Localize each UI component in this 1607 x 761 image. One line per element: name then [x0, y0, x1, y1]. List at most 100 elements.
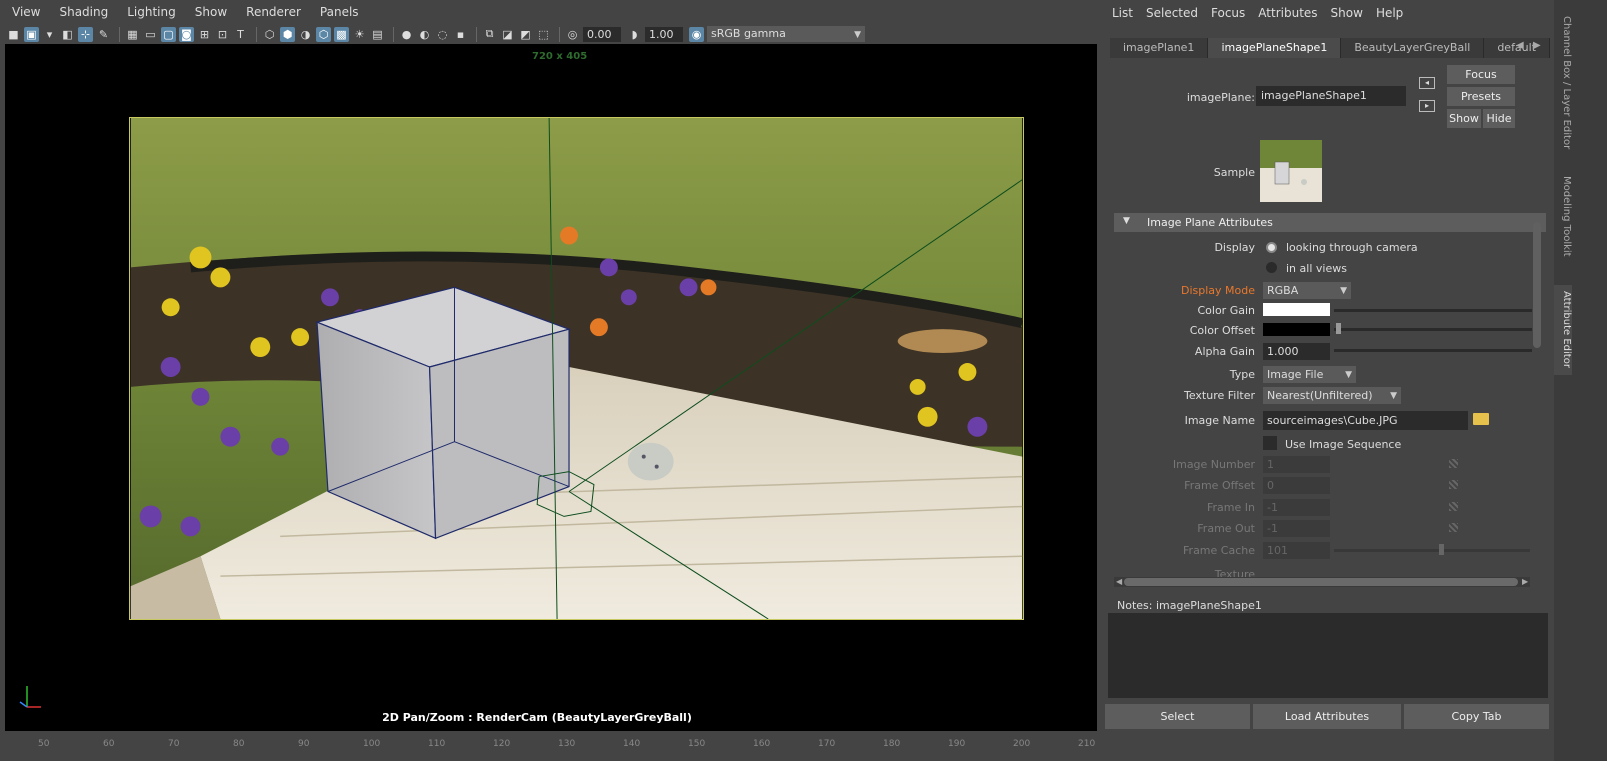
menu-lighting[interactable]: Lighting — [127, 5, 176, 19]
tab-attribute-editor[interactable]: Attribute Editor — [1554, 285, 1572, 375]
safe-action-icon[interactable]: ⊡ — [215, 27, 230, 42]
menu-attributes[interactable]: Attributes — [1258, 6, 1317, 20]
image-plane-attributes-header[interactable]: ▼ Image Plane Attributes — [1114, 213, 1546, 232]
color-space-select[interactable]: sRGB gamma — [707, 26, 865, 43]
shadows-icon[interactable]: ▤ — [370, 27, 385, 42]
color-offset-slider[interactable] — [1334, 328, 1532, 331]
color-gain-swatch[interactable] — [1263, 303, 1330, 316]
menu-view[interactable]: View — [12, 5, 40, 19]
pan-zoom-icon[interactable]: ⊹ — [78, 26, 93, 42]
display-camera-radio[interactable] — [1266, 242, 1277, 253]
tab-scroll-right-icon[interactable]: ▶ — [1533, 40, 1541, 51]
tab-beautylayergreyball[interactable]: BeautyLayerGreyBall — [1341, 38, 1485, 58]
bookmark-icon[interactable]: ▾ — [42, 27, 57, 42]
select-button[interactable]: Select — [1105, 704, 1250, 729]
camera-label: 2D Pan/Zoom : RenderCam (BeautyLayerGrey… — [382, 711, 692, 724]
ruler-tick: 140 — [623, 739, 641, 749]
alpha-gain-slider[interactable] — [1334, 349, 1532, 352]
film-gate-icon[interactable]: ▭ — [143, 27, 158, 42]
alpha-gain-field[interactable]: 1.000 — [1263, 343, 1330, 360]
menu-selected[interactable]: Selected — [1146, 6, 1198, 20]
menu-renderer[interactable]: Renderer — [246, 5, 301, 19]
menu-list[interactable]: List — [1112, 6, 1133, 20]
type-select[interactable]: Image File — [1263, 366, 1356, 384]
toolbar-separator — [393, 26, 394, 42]
menu-show[interactable]: Show — [195, 5, 227, 19]
texture-filter-label: Texture Filter — [1183, 389, 1255, 402]
viewport-canvas[interactable]: 720 x 405 2D Pan/Zoom: RenderCam (Beaut… — [5, 44, 1097, 731]
hide-button[interactable]: Hide — [1483, 109, 1515, 128]
menu-panels[interactable]: Panels — [320, 5, 359, 19]
exposure-icon[interactable]: ◎ — [565, 27, 580, 42]
image-plane-icon[interactable]: ◧ — [60, 27, 75, 42]
camera-pan-icon[interactable]: ⬚ — [536, 27, 551, 42]
presets-button[interactable]: Presets — [1447, 87, 1515, 106]
xray-icon[interactable]: ▩ — [334, 26, 349, 42]
gamma-field[interactable]: 1.00 — [645, 26, 683, 42]
display-all-views-radio[interactable] — [1266, 262, 1277, 273]
color-offset-slider-handle[interactable] — [1336, 323, 1341, 334]
display-camera-option: looking through camera — [1286, 241, 1418, 254]
xray-components-icon[interactable]: ◩ — [518, 27, 533, 42]
grease-pencil-icon[interactable]: ✎ — [96, 27, 111, 42]
horizontal-scrollbar[interactable] — [1114, 577, 1530, 587]
color-gain-slider[interactable] — [1334, 309, 1532, 312]
depth-of-field-icon[interactable]: ▪ — [453, 27, 468, 42]
notes-textarea[interactable] — [1108, 613, 1548, 698]
horizontal-scrollbar-thumb[interactable] — [1124, 578, 1518, 586]
color-offset-swatch[interactable] — [1263, 323, 1330, 336]
load-attributes-button[interactable]: Load Attributes — [1253, 704, 1401, 729]
safe-title-icon[interactable]: T — [233, 27, 248, 42]
exposure-field[interactable]: 0.00 — [583, 26, 621, 42]
ruler-tick: 100 — [363, 739, 381, 749]
smooth-shade-icon[interactable]: ⬢ — [280, 26, 295, 42]
scroll-left-icon[interactable]: ◀ — [1116, 577, 1122, 586]
use-image-sequence-checkbox[interactable] — [1263, 436, 1277, 450]
time-ruler[interactable]: 50 60 70 80 90 100 110 120 130 140 150 1… — [0, 731, 1100, 761]
anti-aliasing-icon[interactable]: ◌ — [435, 27, 450, 42]
tab-scroll-left-icon[interactable]: ◀ — [1516, 40, 1524, 51]
menu-focus[interactable]: Focus — [1211, 6, 1245, 20]
scroll-right-icon[interactable]: ▶ — [1522, 577, 1528, 586]
frame-out-field: -1 — [1263, 520, 1330, 537]
screen-space-ao-icon[interactable]: ● — [399, 27, 414, 42]
node-name-field[interactable]: imagePlaneShape1 — [1256, 86, 1406, 106]
ruler-tick: 120 — [493, 739, 511, 749]
display-mode-select[interactable]: RGBA — [1263, 282, 1351, 300]
select-camera-icon[interactable]: ■ — [6, 27, 21, 42]
texture-label: Texture — [1214, 568, 1255, 577]
isolate-select-icon[interactable]: ⧉ — [482, 27, 497, 42]
tab-imageplaneshape1[interactable]: imagePlaneShape1 — [1208, 38, 1342, 58]
menu-shading[interactable]: Shading — [59, 5, 108, 19]
gamma-icon[interactable]: ◗ — [627, 27, 642, 42]
xray-joints-icon[interactable]: ◪ — [500, 27, 515, 42]
resolution-gate-icon[interactable]: ▢ — [161, 26, 176, 42]
copy-tab-button[interactable]: Copy Tab — [1404, 704, 1549, 729]
focus-button[interactable]: Focus — [1447, 65, 1515, 84]
folder-icon[interactable] — [1473, 413, 1489, 425]
image-name-label: Image Name — [1184, 414, 1255, 427]
show-button[interactable]: Show — [1447, 109, 1481, 128]
ruler-tick: 170 — [818, 739, 836, 749]
tab-imageplane1[interactable]: imagePlane1 — [1110, 38, 1209, 58]
frame-cache-field: 101 — [1263, 542, 1330, 559]
camera-attributes-icon[interactable]: ▣ — [24, 26, 39, 42]
motion-blur-icon[interactable]: ◐ — [417, 27, 432, 42]
default-material-icon[interactable]: ◑ — [298, 27, 313, 42]
gate-mask-icon[interactable]: ◙ — [179, 26, 194, 42]
input-connection-icon[interactable]: ◂ — [1419, 77, 1435, 89]
vertical-scrollbar[interactable] — [1533, 222, 1541, 348]
menu-show[interactable]: Show — [1331, 6, 1363, 20]
tab-channel-box[interactable]: Channel Box / Layer Editor — [1554, 10, 1572, 160]
menu-help[interactable]: Help — [1376, 6, 1403, 20]
image-name-field[interactable]: sourceimages\Cube.JPG — [1263, 411, 1468, 430]
field-chart-icon[interactable]: ⊞ — [197, 27, 212, 42]
output-connection-icon[interactable]: ▸ — [1419, 100, 1435, 112]
tab-modeling-toolkit[interactable]: Modeling Toolkit — [1554, 170, 1572, 270]
grid-icon[interactable]: ▦ — [125, 27, 140, 42]
color-management-icon[interactable]: ◉ — [689, 26, 704, 42]
wireframe-on-shaded-icon[interactable]: ⬡ — [316, 26, 331, 42]
wireframe-icon[interactable]: ⬡ — [262, 27, 277, 42]
texture-filter-select[interactable]: Nearest(Unfiltered) — [1263, 387, 1401, 405]
use-all-lights-icon[interactable]: ☀ — [352, 27, 367, 42]
